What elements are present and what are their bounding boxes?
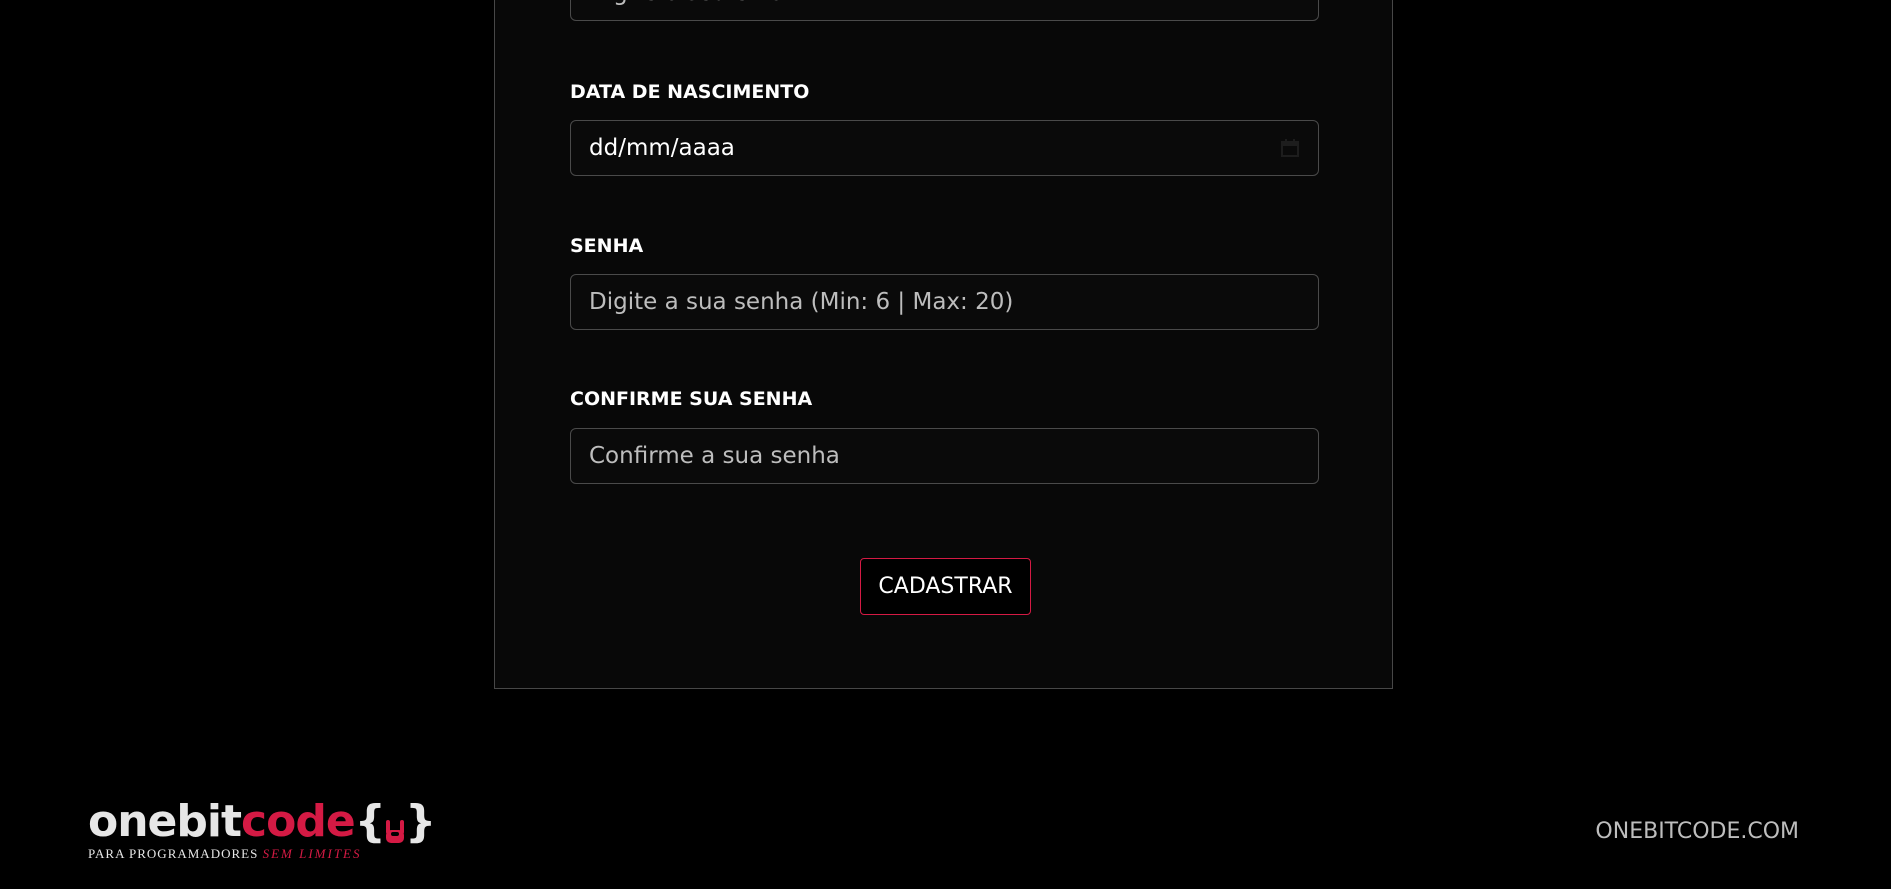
logo-close-brace: } [405, 796, 436, 847]
footer-site-link[interactable]: ONEBITCODE.COM [1595, 819, 1799, 844]
confirm-password-label: CONFIRME SUA SENHA [570, 388, 813, 410]
logo-open-brace: { [354, 796, 386, 847]
birthdate-input[interactable]: dd/mm/aaaa [570, 120, 1319, 176]
logo-part-one: onebit [88, 796, 242, 847]
rock-hand-icon [383, 809, 407, 843]
email-input[interactable] [570, 0, 1319, 21]
logo-wordmark: onebitcode{ } [88, 796, 436, 847]
calendar-icon[interactable] [1280, 138, 1300, 158]
logo-part-two: code [241, 796, 356, 847]
logo-tagline: PARA PROGRAMADORES SEM LIMITES [88, 846, 362, 862]
password-label: SENHA [570, 235, 644, 257]
onebitcode-logo[interactable]: onebitcode{ } PARA PROGRAMADORES SEM LIM… [88, 798, 436, 862]
password-input[interactable] [570, 274, 1319, 330]
birthdate-label: DATA DE NASCIMENTO [570, 81, 810, 103]
tagline-accent: SEM LIMITES [262, 846, 362, 861]
signup-submit-button[interactable]: CADASTRAR [860, 558, 1031, 615]
page: DATA DE NASCIMENTO dd/mm/aaaa SENHA CONF… [0, 0, 1891, 889]
birthdate-value: dd/mm/aaaa [589, 135, 735, 161]
confirm-password-input[interactable] [570, 428, 1319, 484]
signup-form-card: DATA DE NASCIMENTO dd/mm/aaaa SENHA CONF… [494, 0, 1393, 689]
tagline-main: PARA PROGRAMADORES [88, 846, 259, 861]
